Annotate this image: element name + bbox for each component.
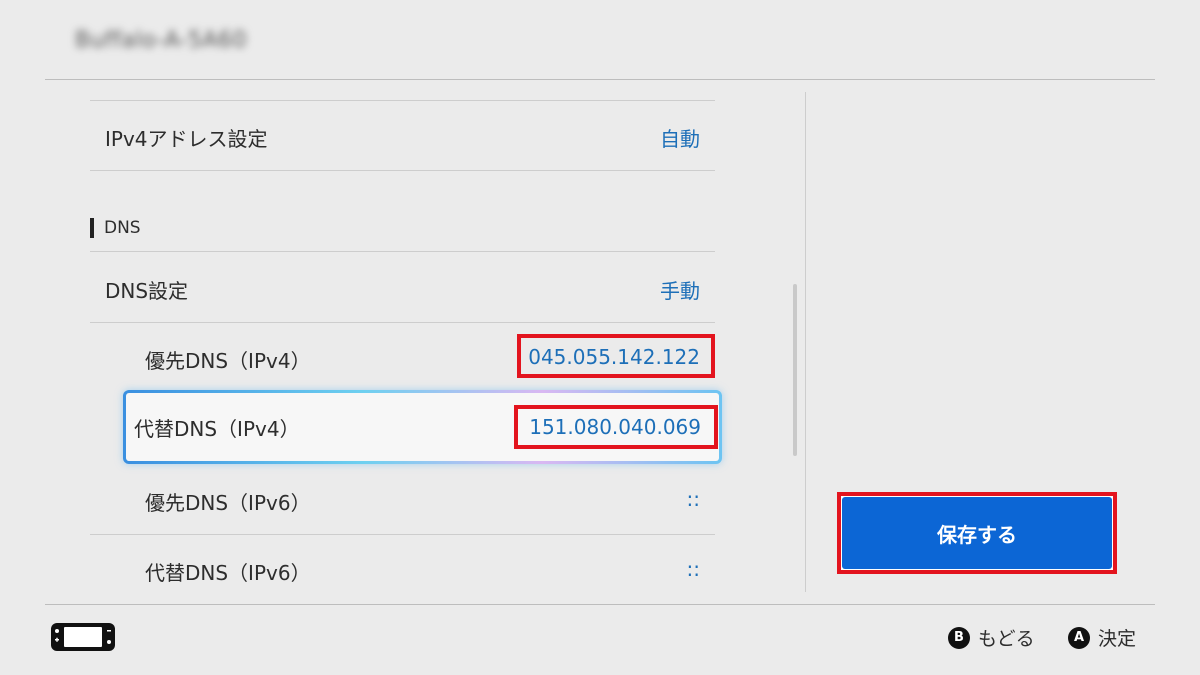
row-divider — [90, 170, 715, 171]
b-button-icon: B — [948, 626, 970, 649]
back-hint-label: もどる — [978, 628, 1035, 650]
primary-dns-ipv4-label: 優先DNS（IPv4） — [145, 349, 311, 373]
row-divider — [90, 251, 715, 252]
section-marker — [90, 218, 94, 238]
alternate-dns-ipv6-value[interactable]: :: — [687, 557, 700, 581]
primary-dns-ipv6-value[interactable]: :: — [687, 487, 700, 511]
save-button[interactable]: 保存する — [842, 497, 1112, 569]
dns-setting-value[interactable]: 手動 — [660, 275, 700, 304]
dns-section-heading: DNS — [104, 218, 141, 238]
row-divider — [90, 100, 715, 101]
back-hint[interactable]: B もどる — [948, 624, 1035, 651]
save-button-label: 保存する — [937, 522, 1017, 547]
panel-divider — [805, 92, 806, 592]
ipv4-setting-label: IPv4アドレス設定 — [105, 127, 268, 151]
alternate-dns-ipv6-label: 代替DNS（IPv6） — [145, 561, 311, 585]
a-button-icon: A — [1068, 626, 1090, 649]
header: Buffalo-A-5A60 — [0, 0, 1200, 80]
row-divider — [90, 534, 715, 535]
console-icon — [51, 623, 115, 651]
confirm-hint[interactable]: A 決定 — [1068, 624, 1136, 651]
ipv4-setting-value[interactable]: 自動 — [660, 123, 700, 152]
row-divider — [90, 322, 715, 323]
footer-divider — [45, 604, 1155, 605]
primary-dns-ipv6-label: 優先DNS（IPv6） — [145, 491, 311, 515]
network-name-title: Buffalo-A-5A60 — [75, 28, 247, 53]
scrollbar[interactable] — [793, 284, 797, 456]
primary-dns-highlight — [517, 334, 715, 378]
dns-setting-label: DNS設定 — [105, 279, 189, 303]
confirm-hint-label: 決定 — [1098, 628, 1137, 650]
alternate-dns-ipv4-label: 代替DNS（IPv4） — [134, 417, 300, 441]
alternate-dns-ipv4-value[interactable]: 151.080.040.069 — [514, 415, 701, 439]
